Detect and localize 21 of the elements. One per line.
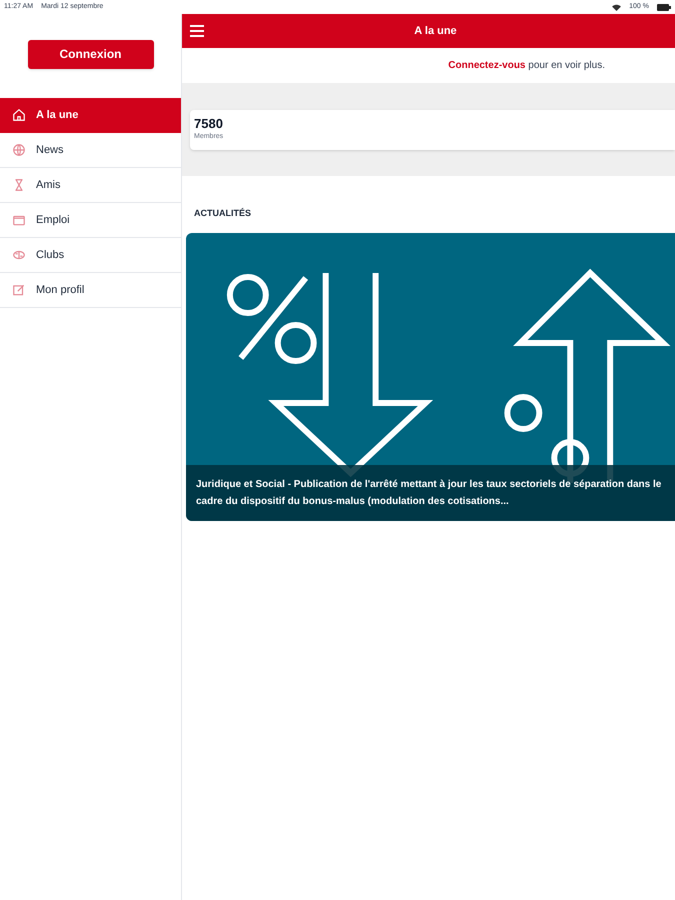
nav-item[interactable]: Emploi (0, 203, 181, 238)
login-link[interactable]: Connectez-vous (448, 60, 526, 71)
login-prompt: Connectez-vous pour en voir plus. (448, 59, 605, 73)
battery-icon (657, 4, 671, 10)
nav-item[interactable]: News (0, 133, 181, 168)
globe-icon (12, 143, 26, 157)
nav-item[interactable]: Clubs (0, 238, 181, 273)
nav-item[interactable]: Amis (0, 168, 181, 203)
login-button[interactable]: Connexion (28, 40, 154, 68)
wifi-icon (612, 4, 622, 10)
nav-item[interactable]: Mon profil (0, 273, 181, 308)
menu-icon[interactable] (190, 25, 204, 37)
member-count: 7580 (194, 116, 224, 132)
home-icon (12, 108, 26, 122)
page-title: A la une (413, 24, 458, 39)
nav-item[interactable]: A la une (0, 98, 181, 133)
news-card[interactable]: Juridique et Social - Publication de l'arrêté mettant à jour les taux sectoriels de séparation dans le cadre du dispositif du bonus-malus (modulation des cotisations... (186, 233, 675, 521)
news-caption: Juridique et Social - Publication de l'arrêté mettant à jour les taux sectoriels de séparation dans le cadre du dispositif du bonus-malus (modulation des cotisations... (196, 478, 662, 509)
briefcase-icon (12, 213, 26, 227)
section-heading: ACTUALITÉS (194, 208, 251, 218)
edit-icon (12, 283, 26, 297)
